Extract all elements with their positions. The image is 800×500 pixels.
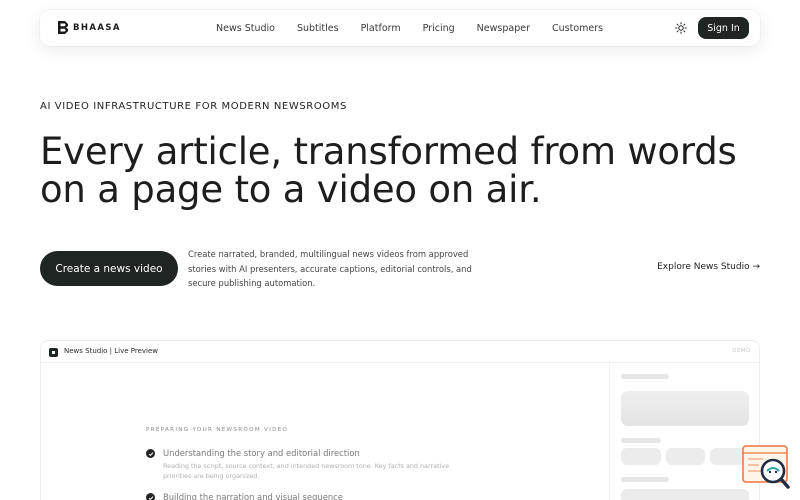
preview-logo-icon	[49, 348, 58, 357]
nav-link-platform[interactable]: Platform	[361, 23, 401, 34]
nav-link-subtitles[interactable]: Subtitles	[297, 23, 339, 34]
nav-link-customers[interactable]: Customers	[552, 23, 603, 34]
brand-name: BHAASA	[73, 22, 121, 33]
sign-in-button[interactable]: Sign In	[698, 17, 749, 39]
preview-badge: DEMO	[732, 348, 751, 354]
nav-link-news-studio[interactable]: News Studio	[216, 23, 275, 34]
skeleton-line	[621, 477, 669, 482]
step-title: Building the narration and visual sequen…	[163, 492, 343, 500]
skeleton-line	[621, 374, 669, 379]
nav-links: News Studio Subtitles Platform Pricing N…	[216, 10, 625, 46]
top-navbar: BHAASA News Studio Subtitles Platform Pr…	[40, 10, 760, 46]
skeleton-block	[621, 391, 749, 426]
brand-logo[interactable]: BHAASA	[58, 21, 121, 34]
nav-link-newspaper[interactable]: Newspaper	[477, 23, 530, 34]
help-widget-button[interactable]	[741, 444, 791, 490]
live-preview-card: News Studio | Live Preview DEMO PREPARIN…	[40, 340, 760, 500]
preview-header: News Studio | Live Preview DEMO	[41, 341, 759, 363]
skeleton-chip	[621, 448, 661, 465]
sun-icon	[675, 22, 687, 34]
skeleton-block	[621, 489, 749, 500]
step-description: Reading the script, source context, and …	[163, 462, 450, 480]
preparing-label: PREPARING YOUR NEWSROOM VIDEO	[146, 427, 289, 433]
explore-news-studio-link[interactable]: Explore News Studio →	[657, 262, 760, 272]
preview-divider	[609, 363, 610, 500]
step-title: Understanding the story and editorial di…	[163, 448, 360, 458]
check-icon	[146, 493, 155, 500]
nav-link-pricing[interactable]: Pricing	[423, 23, 455, 34]
theme-toggle-button[interactable]	[672, 19, 690, 37]
create-news-video-button[interactable]: Create a news video	[40, 251, 178, 286]
skeleton-line	[621, 438, 661, 443]
preview-title: News Studio | Live Preview	[64, 347, 159, 355]
brand-mark-icon	[58, 21, 68, 34]
hero-eyebrow: AI VIDEO INFRASTRUCTURE FOR MODERN NEWSR…	[40, 101, 347, 112]
hero-description: Create narrated, branded, multilingual n…	[188, 249, 472, 288]
support-chat-icon	[742, 445, 790, 489]
hero-headline: Every article, transformed from words on…	[40, 130, 737, 211]
check-icon	[146, 449, 155, 458]
skeleton-chip	[666, 448, 705, 465]
